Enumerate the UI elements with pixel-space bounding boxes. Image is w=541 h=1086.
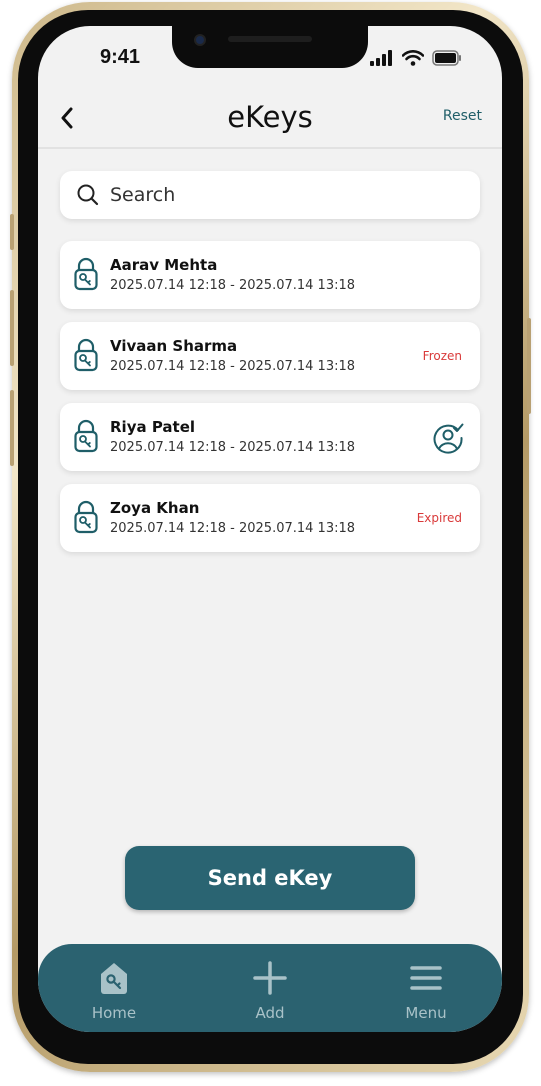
send-ekey-button[interactable]: Send eKey [125, 846, 415, 910]
ekey-card[interactable]: Aarav Mehta 2025.07.14 12:18 - 2025.07.1… [60, 241, 480, 309]
bottom-nav: Home Add Menu [38, 944, 502, 1032]
app-screen: 9:41 eKeys Reset Search Aarav Mehta 2025… [38, 26, 502, 1032]
ekey-validity: 2025.07.14 12:18 - 2025.07.14 13:18 [110, 278, 356, 293]
volume-up-button [10, 290, 14, 366]
volume-down-button [10, 390, 14, 466]
ekey-name: Aarav Mehta [110, 256, 218, 274]
earpiece-speaker [228, 36, 312, 42]
front-camera [194, 34, 206, 46]
lock-key-icon [74, 338, 98, 372]
status-badge-frozen: Frozen [422, 349, 462, 363]
nav-home-label: Home [91, 1004, 137, 1022]
header: eKeys Reset [38, 96, 502, 148]
cellular-signal-icon [370, 50, 392, 66]
lock-key-icon [74, 257, 98, 291]
status-icons [370, 50, 462, 66]
ekey-card[interactable]: Vivaan Sharma 2025.07.14 12:18 - 2025.07… [60, 322, 480, 390]
home-key-icon [101, 963, 127, 994]
ekey-validity: 2025.07.14 12:18 - 2025.07.14 13:18 [110, 440, 356, 455]
nav-add-label: Add [255, 1004, 285, 1022]
menu-icon [410, 966, 442, 990]
status-time: 9:41 [100, 46, 141, 68]
reset-button[interactable]: Reset [443, 108, 482, 124]
ekey-validity: 2025.07.14 12:18 - 2025.07.14 13:18 [110, 521, 356, 536]
search-icon [77, 184, 99, 206]
user-check-icon [433, 423, 464, 454]
ekey-name: Riya Patel [110, 418, 196, 436]
power-button [527, 318, 531, 414]
wifi-icon [402, 50, 424, 66]
lock-key-icon [74, 419, 98, 453]
notch [172, 26, 368, 68]
lock-key-icon [74, 500, 98, 534]
status-badge-expired: Expired [416, 511, 462, 525]
nav-menu[interactable]: Menu [371, 944, 481, 1032]
battery-icon [432, 50, 461, 66]
page-title: eKeys [227, 100, 313, 134]
search-input[interactable] [110, 184, 470, 206]
nav-add[interactable]: Add [215, 944, 325, 1032]
mute-switch [10, 214, 14, 250]
header-divider [38, 147, 502, 149]
ekey-name: Zoya Khan [110, 499, 200, 517]
nav-home[interactable]: Home [59, 944, 169, 1032]
ekey-list: Aarav Mehta 2025.07.14 12:18 - 2025.07.1… [60, 241, 480, 565]
nav-menu-label: Menu [405, 1004, 447, 1022]
plus-icon [253, 961, 287, 995]
ekey-name: Vivaan Sharma [110, 337, 238, 355]
ekey-card[interactable]: Riya Patel 2025.07.14 12:18 - 2025.07.14… [60, 403, 480, 471]
ekey-card[interactable]: Zoya Khan 2025.07.14 12:18 - 2025.07.14 … [60, 484, 480, 552]
ekey-validity: 2025.07.14 12:18 - 2025.07.14 13:18 [110, 359, 356, 374]
search-bar[interactable] [60, 171, 480, 219]
